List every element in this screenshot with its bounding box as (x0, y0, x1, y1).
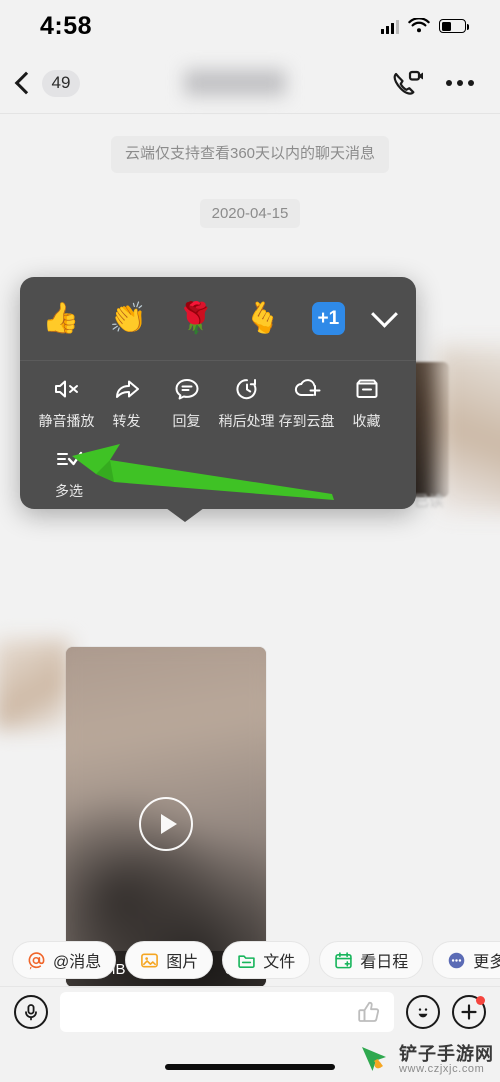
speaker-mute-icon (53, 375, 81, 403)
chevron-left-icon (14, 71, 38, 95)
chip-label: 看日程 (360, 954, 409, 971)
context-menu-row-2: 多选 (38, 445, 398, 501)
chip-label: @消息 (53, 954, 102, 971)
multi-select-action[interactable]: 多选 (38, 445, 100, 501)
image-chip[interactable]: 图片 (125, 941, 214, 979)
calendar-add-icon (335, 951, 352, 968)
context-menu-row-1: 静音播放 转发 回复 稍后处理 存到云盘 收藏 (38, 375, 398, 431)
action-label: 多选 (55, 483, 83, 499)
context-menu-pointer (166, 508, 204, 522)
clapping-hands-reaction[interactable]: 👏 (109, 303, 146, 334)
notification-dot (476, 996, 485, 1005)
plus-circle-icon[interactable] (452, 995, 486, 1029)
watermark-url: www.czjxjc.com (399, 1062, 485, 1075)
page-title: ██████ (185, 71, 287, 94)
multi-select-icon (55, 445, 83, 473)
play-icon[interactable] (139, 796, 193, 851)
folder-icon (238, 954, 255, 968)
status-icons (381, 18, 469, 34)
more-dots-icon (449, 952, 465, 968)
rose-flower-reaction[interactable]: 🌹 (177, 303, 214, 334)
photo-message-bubble[interactable] (437, 346, 500, 514)
action-label: 存到云盘 (278, 413, 335, 429)
cloud-plus-icon (293, 375, 321, 403)
nav-bar: 49 ██████ (0, 52, 500, 114)
file-chip[interactable]: 文件 (222, 941, 311, 979)
cellular-signal-icon (381, 19, 399, 34)
action-label: 稍后处理 (218, 413, 275, 429)
chip-label: 图片 (166, 954, 199, 971)
image-icon (141, 953, 159, 967)
nav-actions (392, 69, 474, 97)
reaction-row: 👍 👏 🌹 🫰 +1 (20, 277, 416, 361)
message-input-field[interactable] (60, 992, 394, 1032)
context-menu-actions: 静音播放 转发 回复 稍后处理 存到云盘 收藏 多选 (20, 361, 416, 501)
reply-action[interactable]: 回复 (158, 375, 215, 431)
collect-box-icon (353, 375, 381, 403)
save-to-cloud-action[interactable]: 存到云盘 (278, 375, 335, 431)
at-mention-icon (28, 951, 45, 970)
site-watermark: 铲子手游网 www.czjxjc.com (358, 1044, 494, 1076)
phone-screen: 4:58 49 ██████ 云端仅支持查看360天以内的聊天消息 2020-0… (0, 0, 500, 1082)
handle-later-action[interactable]: 稍后处理 (218, 375, 275, 431)
action-label: 转发 (112, 413, 141, 429)
action-label: 回复 (172, 413, 201, 429)
more-horizontal-icon[interactable] (446, 80, 474, 86)
action-label: 静音播放 (38, 413, 95, 429)
wifi-icon (408, 18, 430, 33)
chevron-down-icon[interactable] (371, 300, 398, 328)
mute-play-action[interactable]: 静音播放 (38, 375, 95, 431)
reply-bubble-icon (173, 375, 201, 403)
forward-arrow-icon (113, 375, 141, 403)
chat-scroll-area[interactable]: 云端仅支持查看360天以内的聊天消息 2020-04-15 已读 3.3 MB … (0, 114, 500, 987)
read-receipt: 已读 (414, 493, 445, 510)
battery-icon (439, 19, 469, 33)
chip-label: 文件 (263, 954, 296, 971)
cursor-arrow-logo-icon (362, 1047, 386, 1071)
home-indicator (165, 1064, 335, 1070)
photo-message-bubble[interactable] (0, 639, 70, 731)
schedule-chip[interactable]: 看日程 (319, 941, 424, 979)
chip-label: 更多 (473, 954, 500, 971)
video-call-icon[interactable] (392, 69, 424, 97)
date-divider: 2020-04-15 (199, 198, 301, 228)
more-chip[interactable]: 更多 (432, 941, 500, 979)
microphone-icon[interactable] (14, 995, 48, 1029)
thumbs-up-reaction[interactable]: 👍 (42, 303, 79, 334)
back-unread-badge: 49 (42, 69, 80, 97)
message-context-menu: 👍 👏 🌹 🫰 +1 静音播放 转发 回复 稍后处理 存到云盘 收藏 多选 (20, 277, 416, 522)
finger-heart-reaction[interactable]: 🫰 (244, 303, 281, 334)
status-bar: 4:58 (0, 0, 500, 52)
smiley-face-icon[interactable] (406, 995, 440, 1029)
status-time: 4:58 (40, 11, 93, 40)
mention-message-chip[interactable]: @消息 (12, 941, 117, 979)
forward-action[interactable]: 转发 (98, 375, 155, 431)
thumbs-up-outline-icon[interactable] (356, 999, 382, 1025)
system-notice: 云端仅支持查看360天以内的聊天消息 (110, 136, 390, 173)
favorite-action[interactable]: 收藏 (338, 375, 395, 431)
clock-later-icon (233, 375, 261, 403)
watermark-site-name: 铲子手游网 (399, 1043, 494, 1064)
quick-action-bar: @消息 图片 文件 看日程 更多 (0, 934, 500, 987)
plus-one-reaction-button[interactable]: +1 (311, 302, 345, 335)
back-button[interactable]: 49 (14, 69, 80, 97)
message-input-bar (0, 986, 500, 1038)
action-label: 收藏 (352, 413, 381, 429)
